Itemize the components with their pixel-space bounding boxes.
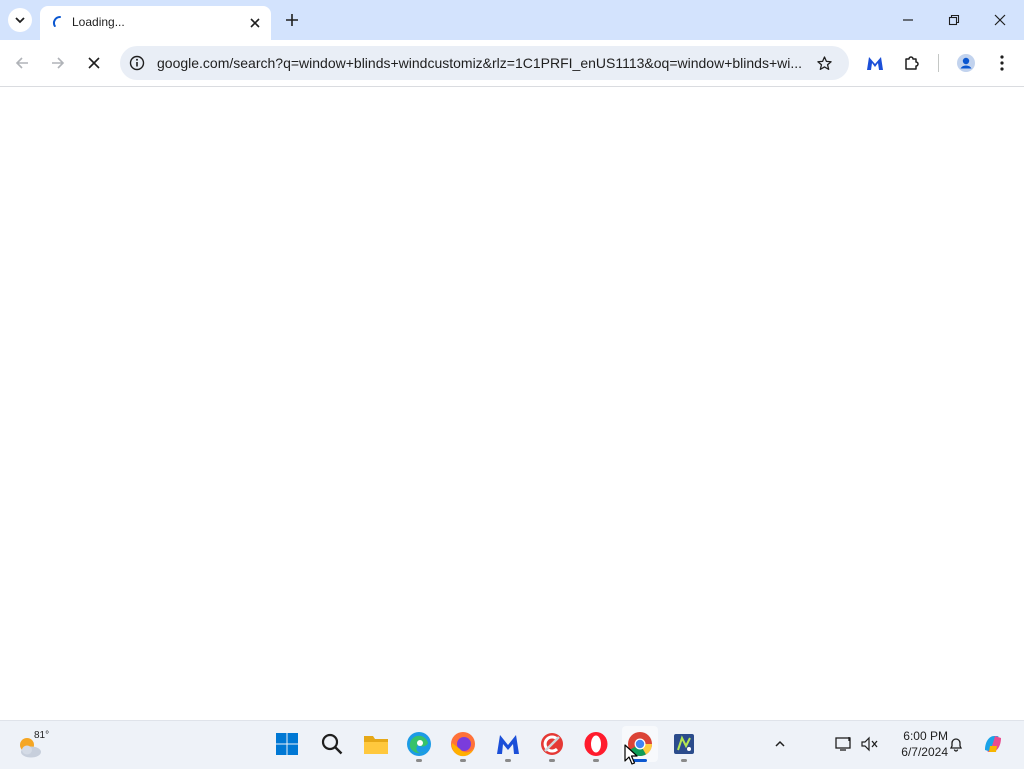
running-indicator	[505, 759, 511, 762]
taskbar: 81° 6:00 PM 6/7/2024	[0, 720, 1024, 769]
minimize-button[interactable]	[888, 6, 928, 34]
forward-button[interactable]	[43, 48, 73, 78]
running-indicator	[681, 759, 687, 762]
edge-browser-icon	[407, 732, 431, 756]
running-indicator	[460, 759, 466, 762]
weather-temperature: 81°	[34, 730, 50, 741]
taskbar-opera[interactable]	[578, 726, 614, 762]
clock-time: 6:00 PM	[903, 729, 948, 743]
restore-icon	[948, 14, 960, 26]
arrow-right-icon	[52, 57, 65, 69]
info-icon	[129, 55, 145, 71]
browser-tab[interactable]: Loading...	[40, 6, 271, 40]
extensions-button[interactable]	[897, 48, 927, 78]
taskbar-edge[interactable]	[401, 726, 437, 762]
tab-title: Loading...	[72, 15, 125, 29]
url-text[interactable]: google.com/search?q=window+blinds+windcu…	[157, 55, 813, 71]
arrow-left-icon	[15, 57, 28, 69]
taskbar-search-button[interactable]	[314, 726, 350, 762]
speaker-muted-icon	[861, 736, 878, 752]
mouse-cursor-icon	[624, 744, 638, 765]
weather-widget[interactable]: 81°	[14, 727, 54, 763]
notepad-plus-plus-icon	[674, 734, 694, 754]
clock-date: 6/7/2024	[901, 745, 948, 759]
restore-button[interactable]	[934, 6, 974, 34]
browser-toolbar: google.com/search?q=window+blinds+windcu…	[0, 40, 1024, 87]
folder-icon	[364, 736, 388, 754]
search-icon	[321, 733, 343, 755]
plus-icon	[286, 14, 298, 26]
chevron-up-icon	[775, 740, 785, 747]
copilot-button[interactable]	[980, 731, 1006, 757]
avatar-icon	[957, 54, 975, 72]
firefox-icon	[451, 732, 475, 757]
close-icon	[250, 18, 260, 28]
malwarebytes-icon	[867, 57, 883, 70]
malwarebytes-icon	[497, 735, 519, 754]
new-tab-button[interactable]	[281, 8, 303, 32]
minimize-icon	[903, 19, 913, 21]
more-vertical-icon	[1000, 55, 1004, 71]
tab-search-button[interactable]	[8, 8, 32, 32]
network-status-button[interactable]	[833, 733, 855, 755]
malwarebytes-extension-button[interactable]	[860, 48, 890, 78]
notifications-button[interactable]	[945, 733, 967, 755]
tab-strip: Loading...	[0, 0, 1024, 40]
address-bar[interactable]: google.com/search?q=window+blinds+windcu…	[120, 46, 849, 80]
volume-button[interactable]	[859, 733, 881, 755]
windows-logo-icon	[276, 733, 298, 755]
profile-button[interactable]	[951, 48, 981, 78]
running-indicator	[593, 759, 599, 762]
opera-icon	[584, 732, 608, 756]
bookmark-button[interactable]	[814, 53, 834, 73]
chevron-down-icon	[15, 17, 25, 24]
loading-spinner-icon	[53, 16, 61, 27]
stop-loading-button[interactable]	[79, 48, 109, 78]
show-hidden-icons-button[interactable]	[769, 733, 791, 755]
chrome-menu-button[interactable]	[987, 48, 1017, 78]
close-icon	[994, 14, 1006, 26]
close-window-button[interactable]	[980, 6, 1020, 34]
system-clock[interactable]: 6:00 PM 6/7/2024	[886, 728, 948, 760]
ccleaner-icon	[541, 733, 563, 755]
running-indicator	[416, 759, 422, 762]
tab-close-button[interactable]	[246, 14, 264, 32]
taskbar-ccleaner[interactable]	[534, 726, 570, 762]
running-indicator	[549, 759, 555, 762]
taskbar-notepad-plus-plus[interactable]	[666, 726, 702, 762]
star-icon	[816, 55, 832, 70]
copilot-icon	[985, 736, 1001, 752]
taskbar-file-explorer[interactable]	[358, 726, 394, 762]
taskbar-malwarebytes[interactable]	[490, 726, 526, 762]
bell-icon	[949, 738, 963, 752]
back-button[interactable]	[7, 48, 37, 78]
network-icon	[835, 737, 851, 751]
site-info-button[interactable]	[128, 54, 146, 72]
page-content-area[interactable]	[0, 87, 1024, 720]
toolbar-separator	[938, 54, 939, 72]
puzzle-icon	[905, 56, 919, 70]
taskbar-firefox[interactable]	[445, 726, 481, 762]
taskbar-start-button[interactable]	[269, 726, 305, 762]
close-icon	[88, 57, 100, 69]
